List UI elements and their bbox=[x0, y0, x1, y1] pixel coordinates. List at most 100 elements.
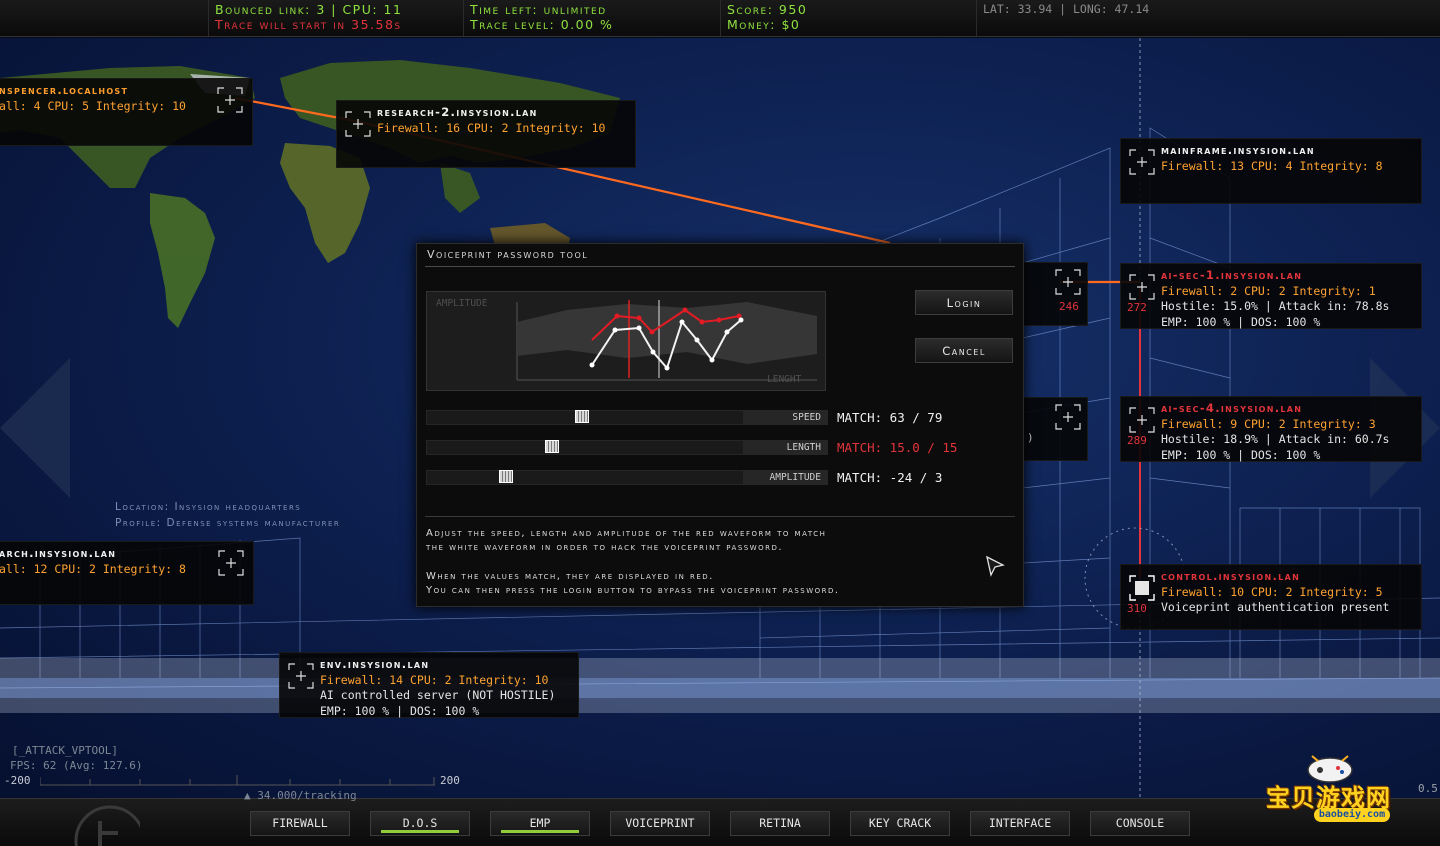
node-stats: all: 12 CPU: 2 Integrity: 8 bbox=[0, 561, 186, 576]
node-mainframe[interactable]: mainframe.insysion.lan Firewall: 13 CPU:… bbox=[1120, 138, 1422, 204]
tool-button-voiceprint[interactable]: VOICEPRINT bbox=[610, 811, 710, 836]
node-stats: Firewall: 2 CPU: 2 Integrity: 1 bbox=[1161, 283, 1376, 298]
crosshair-icon bbox=[1055, 404, 1081, 430]
trace-counter: 289 bbox=[1127, 434, 1147, 447]
node-name: research-2.insysion.lan bbox=[377, 105, 538, 119]
scale-ruler bbox=[40, 775, 435, 786]
node-emp-dos: EMP: 100 % | DOS: 100 % bbox=[1161, 314, 1321, 329]
attack-mode-tag: [_ATTACK_VPTOOL] bbox=[12, 744, 118, 757]
node-name: ai-sec-1.insysion.lan bbox=[1161, 268, 1303, 282]
trace-warning: Trace will start in 35.58s bbox=[215, 17, 402, 32]
tool-button-d-o-s[interactable]: D.O.S bbox=[370, 811, 470, 836]
tool-button-interface[interactable]: INTERFACE bbox=[970, 811, 1070, 836]
tool-bar: FIREWALL D.O.S EMP VOICEPRINT RETINA KEY CRAC… bbox=[0, 798, 1440, 846]
length-slider[interactable]: LENGTH bbox=[426, 440, 828, 455]
right-scale-value: 0.5 bbox=[1418, 782, 1438, 795]
crosshair-icon bbox=[288, 663, 314, 689]
slider-label: SPEED bbox=[743, 411, 827, 424]
scale-min: -200 bbox=[4, 774, 31, 787]
node-name: arch.insysion.lan bbox=[0, 546, 117, 560]
cancel-button[interactable]: Cancel bbox=[915, 338, 1013, 363]
trace-counter: 246 bbox=[1059, 300, 1079, 313]
slider-label: LENGTH bbox=[743, 441, 827, 454]
tool-button-label: FIREWALL bbox=[272, 816, 328, 830]
instruction-line: Adjust the speed, length and amplitude o… bbox=[426, 528, 827, 539]
tool-button-firewall[interactable]: FIREWALL bbox=[250, 811, 350, 836]
node-ai-sec-1[interactable]: 272 ai-sec-1.insysion.lan Firewall: 2 CP… bbox=[1120, 263, 1422, 329]
tool-button-label: EMP bbox=[529, 816, 551, 830]
slider-thumb[interactable] bbox=[499, 470, 513, 483]
active-indicator bbox=[381, 830, 459, 833]
tracking-readout: ▲ 34.000/tracking bbox=[244, 789, 357, 802]
length-match-readout: MATCH: 15.0 / 15 bbox=[837, 440, 958, 455]
node-stats: Firewall: 10 CPU: 2 Integrity: 5 bbox=[1161, 584, 1383, 599]
node-name: env.insysion.lan bbox=[320, 657, 430, 671]
node-partial-behind-dialog-2[interactable]: ) bbox=[1022, 397, 1088, 461]
node-control[interactable]: 310 control.insysion.lan Firewall: 10 CP… bbox=[1120, 564, 1422, 630]
node-hostility: Hostile: 18.9% | Attack in: 60.7s bbox=[1161, 432, 1390, 446]
hud-score-cell: Score: 950 Money: $0 bbox=[720, 0, 974, 36]
time-left-readout: Time left: unlimited bbox=[470, 2, 607, 17]
tool-button-label: D.O.S bbox=[402, 816, 438, 830]
node-hostility: Hostile: 15.0% | Attack in: 78.8s bbox=[1161, 299, 1390, 313]
node-ai-sec-4[interactable]: 289 ai-sec-4.insysion.lan Firewall: 9 CP… bbox=[1120, 396, 1422, 462]
coords-readout: LAT: 33.94 | LONG: 47.14 bbox=[983, 2, 1150, 16]
crosshair-icon bbox=[1129, 274, 1155, 300]
title-divider bbox=[425, 266, 1015, 267]
partial-text: ) bbox=[1027, 431, 1034, 444]
node-stats: Firewall: 9 CPU: 2 Integrity: 3 bbox=[1161, 416, 1376, 431]
target-locked-icon bbox=[1129, 575, 1155, 601]
tool-button-console[interactable]: CONSOLE bbox=[1090, 811, 1190, 836]
scale-max: 200 bbox=[440, 774, 460, 787]
voiceprint-password-tool: Voiceprint password tool AMPLITUDE LENGH… bbox=[416, 243, 1024, 607]
slider-thumb[interactable] bbox=[575, 410, 589, 423]
hud-link-cell: Bounced link: 3 | CPU: 11 Trace will sta… bbox=[208, 0, 462, 36]
game-logo-icon bbox=[74, 805, 140, 846]
tool-button-label: VOICEPRINT bbox=[625, 816, 695, 830]
tool-button-retina[interactable]: RETINA bbox=[730, 811, 830, 836]
active-indicator bbox=[501, 830, 579, 833]
slider-thumb[interactable] bbox=[545, 440, 559, 453]
node-ai-note: AI controlled server (NOT HOSTILE) bbox=[320, 688, 556, 702]
speed-slider[interactable]: SPEED bbox=[426, 410, 828, 425]
node-stats: Firewall: 14 CPU: 2 Integrity: 10 bbox=[320, 672, 549, 687]
login-button[interactable]: Login bbox=[915, 290, 1013, 315]
location-label: Location: Insysion headquarters bbox=[115, 501, 302, 513]
node-research-2[interactable]: research-2.insysion.lan Firewall: 16 CPU… bbox=[336, 100, 636, 168]
node-stats: Firewall: 16 CPU: 2 Integrity: 10 bbox=[377, 120, 606, 135]
node-emp-dos: EMP: 100 % | DOS: 100 % bbox=[1161, 447, 1321, 462]
tool-button-emp[interactable]: EMP bbox=[490, 811, 590, 836]
bounced-link-readout: Bounced link: 3 | CPU: 11 bbox=[215, 2, 403, 17]
node-name: ai-sec-4.insysion.lan bbox=[1161, 401, 1303, 415]
site-watermark: 宝贝游戏网 baobeiy.com bbox=[1262, 752, 1412, 827]
hud-time-cell: Time left: unlimited Trace level: 0.00 % bbox=[463, 0, 719, 36]
crosshair-icon bbox=[345, 111, 371, 137]
node-security-note: Voiceprint authentication present bbox=[1161, 600, 1390, 614]
node-name: nspencer.localhost bbox=[0, 83, 129, 97]
amplitude-match-readout: MATCH: -24 / 3 bbox=[837, 470, 943, 485]
tool-button-key-crack[interactable]: KEY CRACK bbox=[850, 811, 950, 836]
crosshair-icon bbox=[1129, 407, 1155, 433]
trace-counter: 310 bbox=[1127, 602, 1147, 615]
mouse-cursor-icon bbox=[986, 555, 1005, 577]
speed-match-readout: MATCH: 63 / 79 bbox=[837, 410, 943, 425]
money-readout: Money: $0 bbox=[727, 17, 801, 32]
node-localhost[interactable]: nspencer.localhost all: 4 CPU: 5 Integri… bbox=[0, 78, 253, 146]
waveform-display: AMPLITUDE LENGHT bbox=[426, 291, 826, 391]
node-emp-dos: EMP: 100 % | DOS: 100 % bbox=[320, 703, 480, 718]
crosshair-icon bbox=[1055, 269, 1081, 295]
node-search[interactable]: arch.insysion.lan all: 12 CPU: 2 Integri… bbox=[0, 541, 254, 605]
node-env[interactable]: env.insysion.lan Firewall: 14 CPU: 2 Int… bbox=[279, 652, 579, 718]
instruction-line: You can then press the login button to b… bbox=[426, 585, 840, 596]
instruction-line: When the values match, they are displaye… bbox=[426, 571, 714, 582]
profile-label: Profile: Defense systems manufacturer bbox=[115, 517, 341, 529]
hud-coords-cell: LAT: 33.94 | LONG: 47.14 bbox=[976, 0, 1440, 36]
dialog-title: Voiceprint password tool bbox=[427, 248, 589, 261]
tracking-value: 34.000/tracking bbox=[257, 789, 357, 802]
tool-button-label: CONSOLE bbox=[1115, 816, 1165, 830]
node-stats: all: 4 CPU: 5 Integrity: 10 bbox=[0, 98, 186, 113]
amplitude-slider[interactable]: AMPLITUDE bbox=[426, 470, 828, 485]
instruction-line: the white waveform in order to hack the … bbox=[426, 542, 784, 553]
node-partial-behind-dialog[interactable]: 246 bbox=[1022, 262, 1088, 326]
trace-level-readout: Trace level: 0.00 % bbox=[470, 17, 614, 32]
